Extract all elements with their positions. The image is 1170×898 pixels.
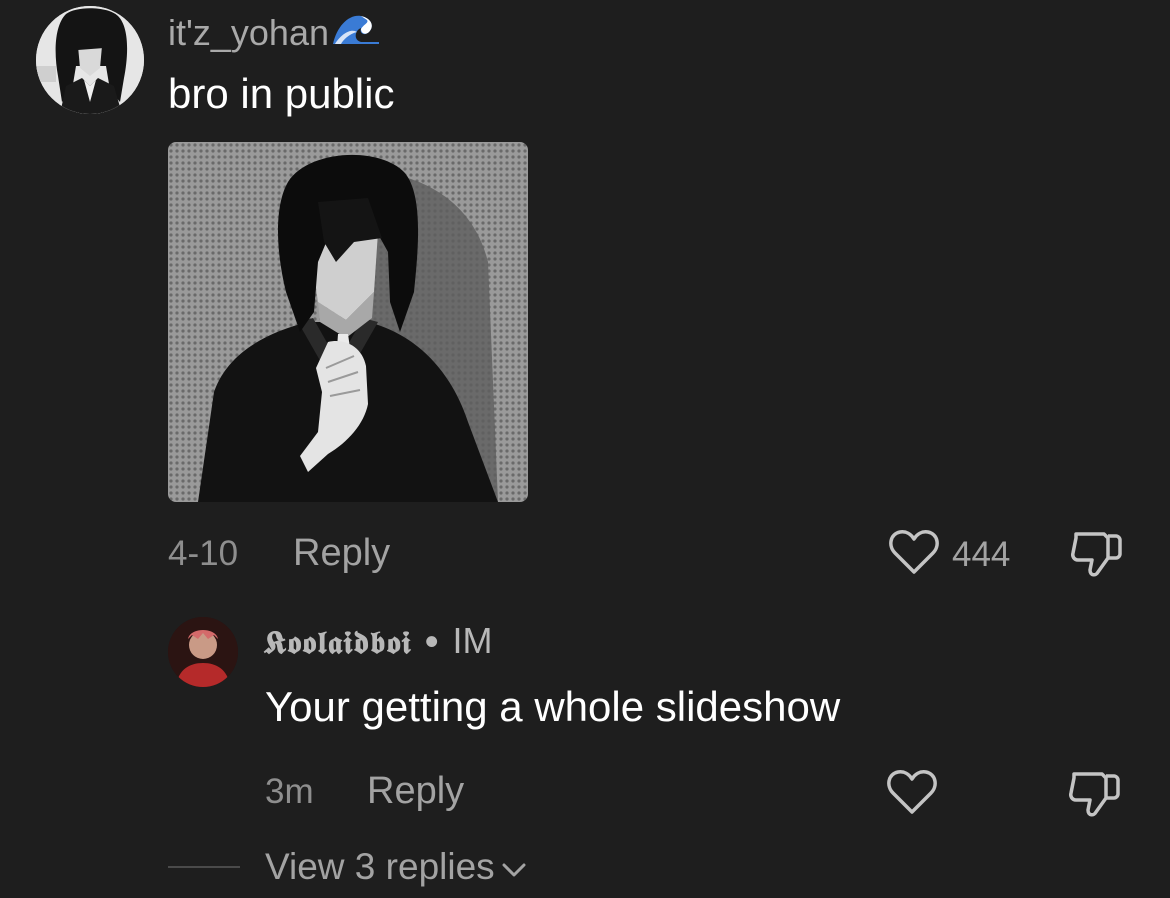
reply-dislike-button[interactable] — [1066, 768, 1122, 825]
heart-icon — [888, 528, 940, 581]
reply-avatar[interactable] — [168, 617, 238, 687]
reply-username-row: 𝕶𝖔𝖔𝖑𝖆𝖎𝖉𝖇𝖔𝖎 • IM — [264, 620, 493, 662]
reply-to-reply-button[interactable]: Reply — [367, 770, 464, 813]
view-replies-button[interactable]: View 3 replies — [265, 846, 527, 888]
like-button[interactable]: 444 — [888, 528, 1010, 581]
like-count: 444 — [952, 534, 1011, 574]
replies-divider — [168, 866, 240, 868]
comment-attached-image[interactable] — [168, 142, 528, 502]
comment-date: 4-10 — [168, 534, 239, 573]
view-replies-label: View 3 replies — [265, 846, 495, 887]
reply-like-button[interactable] — [886, 768, 938, 821]
reply-username[interactable]: 𝕶𝖔𝖔𝖑𝖆𝖎𝖉𝖇𝖔𝖎 — [264, 625, 412, 661]
reply-time: 3m — [265, 772, 314, 811]
dislike-button[interactable] — [1068, 528, 1124, 585]
thumbs-down-icon — [1068, 532, 1124, 584]
thumbs-down-icon — [1066, 772, 1122, 824]
heart-icon — [886, 770, 938, 820]
separator-dot: • — [421, 625, 443, 661]
comment-text: bro in public — [168, 70, 395, 117]
chevron-down-icon — [501, 846, 527, 888]
reply-tag: IM — [452, 620, 493, 661]
reply-comment-text: Your getting a whole slideshow — [265, 683, 841, 730]
commenter-username[interactable]: it'z_yohan — [168, 10, 381, 55]
wave-icon — [331, 10, 381, 55]
commenter-avatar[interactable] — [36, 6, 144, 114]
username-text: it'z_yohan — [168, 11, 329, 53]
reply-button[interactable]: Reply — [293, 532, 390, 575]
